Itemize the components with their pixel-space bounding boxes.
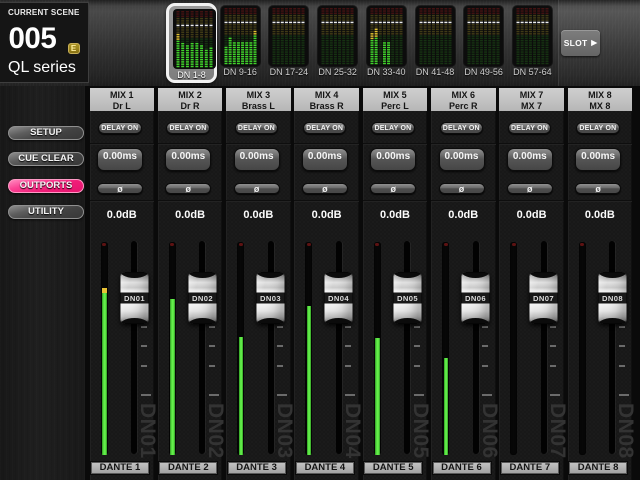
svg-text:DN02: DN02: [192, 294, 213, 303]
svg-text:DN01: DN01: [123, 294, 144, 303]
svg-text:DN04: DN04: [328, 294, 349, 303]
svg-text:DN08: DN08: [602, 294, 623, 303]
svg-text:DN05: DN05: [397, 294, 418, 303]
svg-text:DN07: DN07: [533, 294, 554, 303]
svg-text:DN06: DN06: [465, 294, 486, 303]
svg-text:DN03: DN03: [260, 294, 281, 303]
